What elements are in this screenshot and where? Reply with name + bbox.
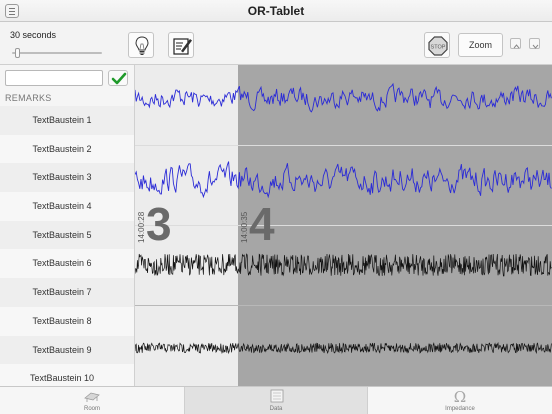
duration-slider[interactable] (12, 48, 102, 58)
toolbar: 30 seconds STOP Zoom (0, 22, 552, 65)
remarks-header: REMARKS (5, 93, 52, 103)
notepad-pen-icon (173, 38, 192, 55)
stop-sign-icon: STOP (428, 36, 448, 56)
signal-trace-4 (135, 341, 552, 355)
tab-label: Impedance (445, 406, 475, 412)
marker-number: 4 (249, 198, 275, 250)
svg-text:Ω: Ω (454, 389, 466, 403)
title-bar: OR-Tablet (0, 0, 552, 22)
remark-item[interactable]: TextBaustein 5 (0, 220, 134, 250)
marker-number: 3 (146, 198, 172, 250)
marker-time: 14:00:28 (137, 211, 146, 243)
remark-item[interactable]: TextBaustein 3 (0, 163, 134, 193)
remark-item[interactable]: TextBaustein 4 (0, 192, 134, 221)
svg-text:STOP: STOP (431, 45, 446, 51)
tab-room[interactable]: Room (0, 387, 184, 414)
room-icon (84, 392, 100, 402)
tab-label: Data (269, 406, 283, 412)
zoom-button[interactable]: Zoom (458, 33, 503, 57)
hint-button[interactable] (128, 32, 154, 58)
app-title: OR-Tablet (247, 4, 305, 18)
signal-traces (135, 82, 552, 355)
remarks-list: TextBaustein 1 TextBaustein 2 TextBauste… (0, 106, 134, 393)
stop-button[interactable]: STOP (424, 32, 450, 58)
remark-item[interactable]: TextBaustein 8 (0, 306, 134, 336)
tab-impedance[interactable]: Ω Impedance (368, 387, 552, 414)
remarks-panel: REMARKS TextBaustein 1 TextBaustein 2 Te… (0, 65, 135, 393)
marker-time: 14:00:35 (240, 211, 249, 243)
tab-data[interactable]: Data (184, 387, 368, 414)
remark-item[interactable]: TextBaustein 6 (0, 249, 134, 279)
tab-bar: Room Data Ω Impedance (0, 386, 552, 414)
data-icon (270, 389, 284, 403)
remark-item[interactable]: TextBaustein 9 (0, 335, 134, 365)
tab-label: Room (83, 406, 100, 412)
scroll-up-button[interactable] (510, 38, 521, 49)
scroll-down-button[interactable] (529, 38, 540, 49)
omega-icon: Ω (454, 389, 466, 403)
duration-slider-knob[interactable] (14, 48, 20, 58)
notes-button[interactable] (168, 32, 194, 58)
confirm-remark-button[interactable] (108, 70, 128, 86)
chevron-down-icon (532, 44, 539, 49)
remark-input[interactable] (5, 70, 103, 86)
signal-trace-1 (135, 82, 552, 113)
chevron-up-icon (513, 44, 520, 49)
signal-trace-2 (135, 161, 552, 199)
signal-trace-3 (135, 253, 552, 277)
remark-item[interactable]: TextBaustein 2 (0, 134, 134, 164)
or-tablet-app: OR-Tablet 30 seconds STOP Zoom REMARKS T… (0, 0, 552, 414)
signal-display[interactable]: 14:00:28 3 14:00:35 4 (135, 65, 552, 386)
checkmark-icon (111, 72, 127, 85)
remark-item[interactable]: TextBaustein 7 (0, 278, 134, 307)
remark-item[interactable]: TextBaustein 1 (0, 106, 134, 135)
duration-label: 30 seconds (10, 30, 57, 40)
lightbulb-icon (135, 36, 149, 55)
